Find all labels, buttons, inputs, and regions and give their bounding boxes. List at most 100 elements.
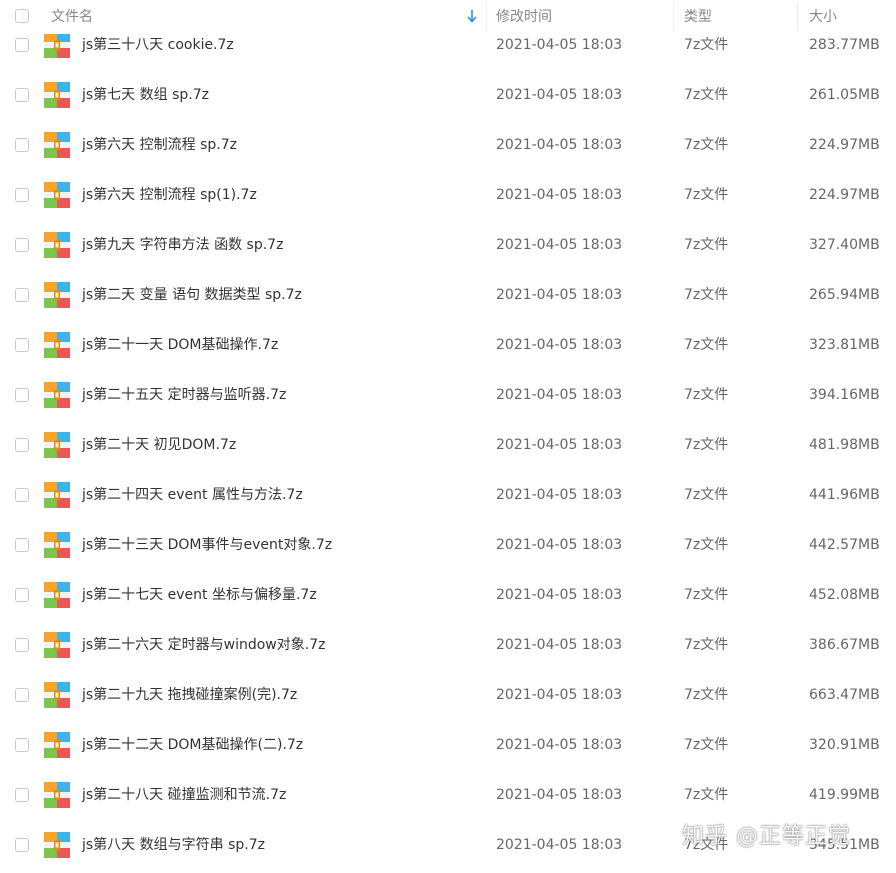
file-size: 663.47MB [809,687,880,703]
file-row[interactable]: js第二十六天 定时器与window对象.7z 2021-04-05 18:03… [0,620,896,670]
header-separator[interactable] [486,4,487,30]
row-checkbox[interactable] [15,838,29,852]
file-row[interactable]: js第六天 控制流程 sp(1).7z 2021-04-05 18:03 7z文… [0,170,896,220]
file-modified-time: 2021-04-05 18:03 [496,637,623,653]
file-name[interactable]: js第六天 控制流程 sp.7z [82,120,237,170]
file-type: 7z文件 [684,187,729,203]
row-checkbox[interactable] [15,538,29,552]
zip-archive-icon [44,132,70,158]
row-checkbox[interactable] [15,188,29,202]
file-modified-time: 2021-04-05 18:03 [496,537,623,553]
row-checkbox[interactable] [15,288,29,302]
file-type: 7z文件 [684,387,729,403]
row-checkbox[interactable] [15,138,29,152]
file-type: 7z文件 [684,687,729,703]
file-row[interactable]: js第二十九天 拖拽碰撞案例(完).7z 2021-04-05 18:03 7z… [0,670,896,720]
file-modified-time: 2021-04-05 18:03 [496,337,623,353]
file-name[interactable]: js第二十三天 DOM事件与event对象.7z [82,520,332,570]
select-all-checkbox[interactable] [15,9,29,23]
zip-archive-icon [44,282,70,308]
file-modified-time: 2021-04-05 18:03 [496,837,623,853]
zip-archive-icon [44,482,70,508]
file-name[interactable]: js第二天 变量 语句 数据类型 sp.7z [82,270,302,320]
file-name[interactable]: js第二十八天 碰撞监测和节流.7z [82,770,286,820]
file-size: 481.98MB [809,437,880,453]
file-name[interactable]: js第二十二天 DOM基础操作(二).7z [82,720,303,770]
file-modified-time: 2021-04-05 18:03 [496,137,623,153]
file-name[interactable]: js第二十七天 event 坐标与偏移量.7z [82,570,317,620]
zip-archive-icon [44,382,70,408]
file-row[interactable]: js第二十八天 碰撞监测和节流.7z 2021-04-05 18:03 7z文件… [0,770,896,820]
file-type: 7z文件 [684,787,729,803]
row-checkbox[interactable] [15,238,29,252]
file-row[interactable]: js第六天 控制流程 sp.7z 2021-04-05 18:03 7z文件 2… [0,120,896,170]
file-type: 7z文件 [684,587,729,603]
row-checkbox[interactable] [15,388,29,402]
file-modified-time: 2021-04-05 18:03 [496,87,623,103]
file-row[interactable]: js第九天 字符串方法 函数 sp.7z 2021-04-05 18:03 7z… [0,220,896,270]
row-checkbox[interactable] [15,38,29,52]
zip-archive-icon [44,82,70,108]
file-row[interactable]: js第七天 数组 sp.7z 2021-04-05 18:03 7z文件 261… [0,70,896,120]
file-row[interactable]: js第二十一天 DOM基础操作.7z 2021-04-05 18:03 7z文件… [0,320,896,370]
header-size[interactable]: 大小 [809,0,837,34]
zip-archive-icon [44,582,70,608]
file-size: 386.67MB [809,637,880,653]
file-size: 265.94MB [809,287,880,303]
file-modified-time: 2021-04-05 18:03 [496,387,623,403]
file-type: 7z文件 [684,337,729,353]
file-row[interactable]: js第二十三天 DOM事件与event对象.7z 2021-04-05 18:0… [0,520,896,570]
file-size: 394.16MB [809,387,880,403]
file-row[interactable]: js第二十七天 event 坐标与偏移量.7z 2021-04-05 18:03… [0,570,896,620]
file-row[interactable]: js第二天 变量 语句 数据类型 sp.7z 2021-04-05 18:03 … [0,270,896,320]
row-checkbox[interactable] [15,438,29,452]
file-name[interactable]: js第九天 字符串方法 函数 sp.7z [82,220,283,270]
file-type: 7z文件 [684,637,729,653]
header-separator[interactable] [673,4,674,30]
file-modified-time: 2021-04-05 18:03 [496,187,623,203]
file-size: 452.08MB [809,587,880,603]
file-name[interactable]: js第二十四天 event 属性与方法.7z [82,470,303,520]
row-checkbox[interactable] [15,788,29,802]
zip-archive-icon [44,632,70,658]
file-name[interactable]: js第二十一天 DOM基础操作.7z [82,320,278,370]
zip-archive-icon [44,332,70,358]
row-checkbox[interactable] [15,738,29,752]
header-type[interactable]: 类型 [684,0,712,34]
file-row[interactable]: js第二十四天 event 属性与方法.7z 2021-04-05 18:03 … [0,470,896,520]
file-type: 7z文件 [684,537,729,553]
header-separator[interactable] [797,4,798,30]
file-name[interactable]: js第二十天 初见DOM.7z [82,420,236,470]
file-row[interactable]: js第二十二天 DOM基础操作(二).7z 2021-04-05 18:03 7… [0,720,896,770]
file-size: 224.97MB [809,187,880,203]
row-checkbox[interactable] [15,338,29,352]
file-size: 224.97MB [809,137,880,153]
zip-archive-icon [44,232,70,258]
header-name[interactable]: 文件名 [51,0,93,34]
file-name[interactable]: js第二十六天 定时器与window对象.7z [82,620,325,670]
file-type: 7z文件 [684,137,729,153]
sort-arrow-icon[interactable] [466,8,478,24]
header-modified[interactable]: 修改时间 [496,0,552,34]
file-name[interactable]: js第八天 数组与字符串 sp.7z [82,820,265,870]
row-checkbox[interactable] [15,638,29,652]
file-type: 7z文件 [684,287,729,303]
file-size: 327.40MB [809,237,880,253]
row-checkbox[interactable] [15,588,29,602]
file-name[interactable]: js第二十九天 拖拽碰撞案例(完).7z [82,670,297,720]
zip-archive-icon [44,732,70,758]
zip-archive-icon [44,532,70,558]
file-modified-time: 2021-04-05 18:03 [496,487,623,503]
file-modified-time: 2021-04-05 18:03 [496,587,623,603]
file-type: 7z文件 [684,737,729,753]
file-name[interactable]: js第七天 数组 sp.7z [82,70,209,120]
file-name[interactable]: js第六天 控制流程 sp(1).7z [82,170,257,220]
file-type: 7z文件 [684,87,729,103]
file-name[interactable]: js第二十五天 定时器与监听器.7z [82,370,286,420]
row-checkbox[interactable] [15,88,29,102]
file-row[interactable]: js第二十五天 定时器与监听器.7z 2021-04-05 18:03 7z文件… [0,370,896,420]
row-checkbox[interactable] [15,688,29,702]
file-size: 323.81MB [809,337,880,353]
row-checkbox[interactable] [15,488,29,502]
file-row[interactable]: js第二十天 初见DOM.7z 2021-04-05 18:03 7z文件 48… [0,420,896,470]
